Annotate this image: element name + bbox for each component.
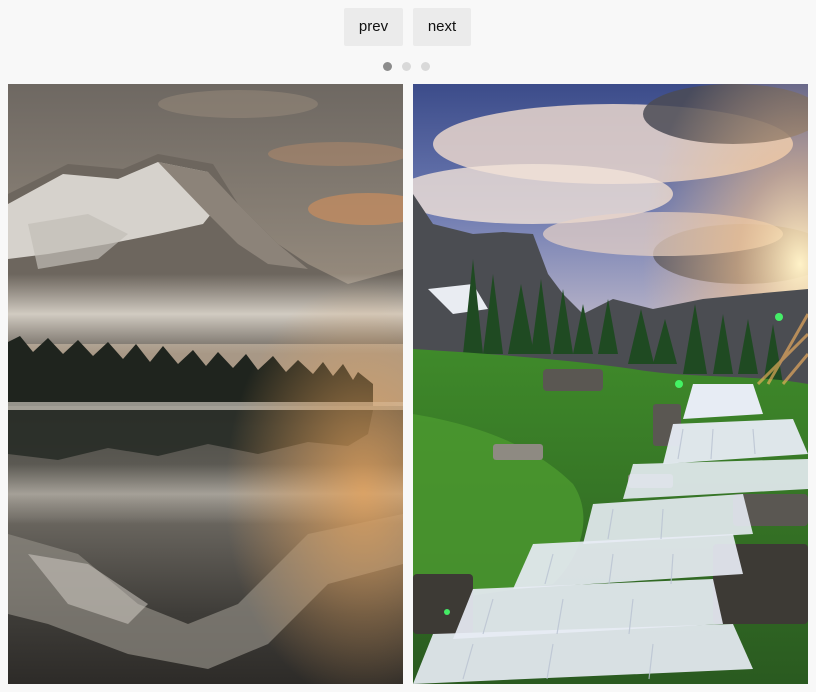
waterfall-photo [413, 84, 808, 684]
pagination-dot-2[interactable] [402, 62, 411, 71]
pagination-dot-3[interactable] [421, 62, 430, 71]
carousel-controls: prev next [0, 8, 816, 46]
slide-image-waterfall [413, 84, 808, 684]
carousel-pagination [383, 62, 430, 72]
next-button[interactable]: next [413, 8, 471, 46]
mountain-lake-photo [8, 84, 403, 684]
slide-image-mountain-lake [8, 84, 403, 684]
pagination-dot-1[interactable] [383, 62, 392, 71]
prev-button[interactable]: prev [344, 8, 403, 46]
